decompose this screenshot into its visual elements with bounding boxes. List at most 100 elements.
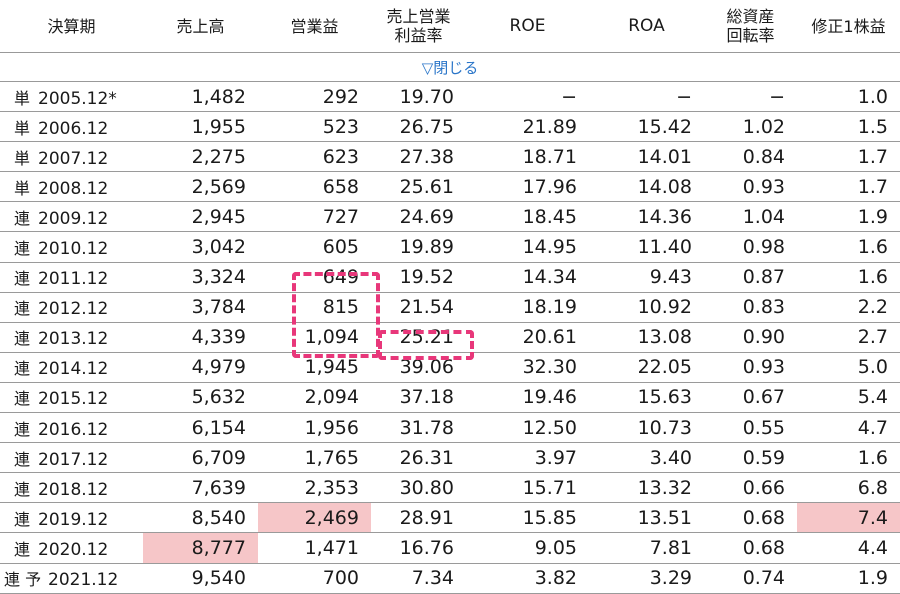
eps-cell: 7.4 xyxy=(797,502,900,534)
asset-turnover-cell: 0.93 xyxy=(704,352,797,383)
eps-cell: 5.0 xyxy=(797,352,900,383)
roe-cell: − xyxy=(466,81,589,113)
report-type-label: 連 xyxy=(14,539,31,559)
table-row: 連 2016.12 6,154 1,956 31.78 12.50 10.73 0.55 4.7 xyxy=(0,412,900,444)
operating-margin-cell: 16.76 xyxy=(371,532,466,564)
period-cell: 連 2017.12 xyxy=(0,442,143,474)
table-row: 連 2009.12 2,945 727 24.69 18.45 14.36 1.04 1.9 xyxy=(0,201,900,233)
sales-cell: 2,275 xyxy=(143,141,258,173)
sales-cell: 3,324 xyxy=(143,262,258,293)
operating-profit-cell: 649 xyxy=(258,262,371,293)
operating-profit-cell: 700 xyxy=(258,563,371,594)
report-type-label: 連 xyxy=(14,208,31,228)
roe-cell: 18.45 xyxy=(466,201,589,233)
table-row: 単 2007.12 2,275 623 27.38 18.71 14.01 0.84 1.7 xyxy=(0,141,900,173)
eps-cell: 2.2 xyxy=(797,292,900,323)
eps-cell: 1.0 xyxy=(797,81,900,113)
operating-margin-cell: 28.91 xyxy=(371,502,466,534)
collapse-toggle-link[interactable]: ▽閉じる xyxy=(0,52,900,82)
period-cell: 連 2016.12 xyxy=(0,412,143,444)
operating-margin-cell: 19.89 xyxy=(371,231,466,263)
operating-profit-cell: 2,094 xyxy=(258,382,371,414)
asset-turnover-cell: 0.90 xyxy=(704,322,797,353)
report-type-label: 単 xyxy=(14,118,31,138)
operating-margin-cell: 27.38 xyxy=(371,141,466,173)
asset-turnover-cell: 1.02 xyxy=(704,111,797,143)
roa-cell: 7.81 xyxy=(589,532,704,564)
sales-cell: 1,482 xyxy=(143,81,258,113)
roa-cell: 13.51 xyxy=(589,502,704,534)
operating-profit-cell: 292 xyxy=(258,81,371,113)
table-row: 単 2008.12 2,569 658 25.61 17.96 14.08 0.93 1.7 xyxy=(0,171,900,203)
table-row: 単 2005.12* 1,482 292 19.70− − −1.0 xyxy=(0,81,900,113)
operating-margin-cell: 25.61 xyxy=(371,171,466,203)
fiscal-period-label: 2010.12 xyxy=(38,239,109,260)
roe-cell: 15.71 xyxy=(466,472,589,504)
roe-cell: 18.19 xyxy=(466,292,589,323)
asset-turnover-cell: 0.68 xyxy=(704,502,797,534)
eps-cell: 1.9 xyxy=(797,201,900,233)
report-type-label: 連 xyxy=(14,269,31,289)
eps-cell: 5.4 xyxy=(797,382,900,414)
report-type-label: 連 xyxy=(14,359,31,379)
asset-turnover-cell: 0.93 xyxy=(704,171,797,203)
roa-cell: − xyxy=(589,81,704,113)
roe-cell: 20.61 xyxy=(466,322,589,353)
operating-profit-cell: 523 xyxy=(258,111,371,143)
operating-profit-cell: 2,353 xyxy=(258,472,371,504)
fiscal-period-label: 2013.12 xyxy=(38,329,109,350)
roa-cell: 10.92 xyxy=(589,292,704,323)
roa-cell: 3.40 xyxy=(589,442,704,474)
asset-turnover-cell: − xyxy=(704,81,797,113)
period-cell: 連 2018.12 xyxy=(0,472,143,504)
operating-margin-cell: 7.34 xyxy=(371,563,466,594)
period-cell: 連 予 2021.12 xyxy=(0,563,143,594)
operating-margin-cell: 31.78 xyxy=(371,412,466,444)
roe-cell: 14.34 xyxy=(466,262,589,293)
table-row: 連 2011.12 3,324 649 19.52 14.34 9.43 0.87 1.6 xyxy=(0,262,900,293)
operating-margin-cell: 25.21 xyxy=(371,322,466,353)
asset-turnover-cell: 1.04 xyxy=(704,201,797,233)
report-type-label: 連 xyxy=(14,479,31,499)
fiscal-period-label: 2021.12 xyxy=(48,570,119,591)
operating-profit-cell: 658 xyxy=(258,171,371,203)
operating-margin-cell: 30.80 xyxy=(371,472,466,504)
sales-cell: 2,945 xyxy=(143,201,258,233)
fiscal-period-label: 2011.12 xyxy=(38,269,109,290)
operating-profit-cell: 1,956 xyxy=(258,412,371,444)
asset-turnover-cell: 0.83 xyxy=(704,292,797,323)
report-type-label: 連 xyxy=(14,389,31,409)
eps-cell: 1.9 xyxy=(797,563,900,594)
header-operating-margin-line2: 利益率 xyxy=(394,26,443,45)
asset-turnover-cell: 0.55 xyxy=(704,412,797,444)
report-type-label: 連 xyxy=(14,509,31,529)
operating-margin-cell: 19.70 xyxy=(371,81,466,113)
asset-turnover-cell: 0.84 xyxy=(704,141,797,173)
sales-cell: 3,784 xyxy=(143,292,258,323)
roa-cell: 11.40 xyxy=(589,231,704,263)
roe-cell: 3.82 xyxy=(466,563,589,594)
sales-cell: 1,955 xyxy=(143,111,258,143)
header-eps: 修正1株益 xyxy=(797,0,900,53)
collapse-toggle-row: ▽閉じる xyxy=(0,52,900,82)
roe-cell: 17.96 xyxy=(466,171,589,203)
table-row: 連 2010.12 3,042 605 19.89 14.95 11.40 0.98 1.6 xyxy=(0,231,900,263)
asset-turnover-cell: 0.66 xyxy=(704,472,797,504)
operating-margin-cell: 19.52 xyxy=(371,262,466,293)
roe-cell: 3.97 xyxy=(466,442,589,474)
roe-cell: 15.85 xyxy=(466,502,589,534)
operating-margin-cell: 24.69 xyxy=(371,201,466,233)
header-row: 決算期 売上高 営業益 売上営業 利益率 ROE ROA 総資産 回転率 修正1… xyxy=(0,0,900,53)
eps-cell: 4.7 xyxy=(797,412,900,444)
financial-table-container: 決算期 売上高 営業益 売上営業 利益率 ROE ROA 総資産 回転率 修正1… xyxy=(0,0,900,594)
eps-cell: 1.6 xyxy=(797,231,900,263)
fiscal-period-label: 2015.12 xyxy=(38,389,109,410)
report-type-label: 連 xyxy=(14,329,31,349)
fiscal-period-label: 2006.12 xyxy=(38,118,109,139)
header-operating-margin-line1: 売上営業 xyxy=(386,7,451,26)
fiscal-period-label: 2017.12 xyxy=(38,449,109,470)
header-asset-turnover-line2: 回転率 xyxy=(726,26,775,45)
roa-cell: 22.05 xyxy=(589,352,704,383)
period-cell: 連 2014.12 xyxy=(0,352,143,383)
period-cell: 単 2006.12 xyxy=(0,111,143,143)
